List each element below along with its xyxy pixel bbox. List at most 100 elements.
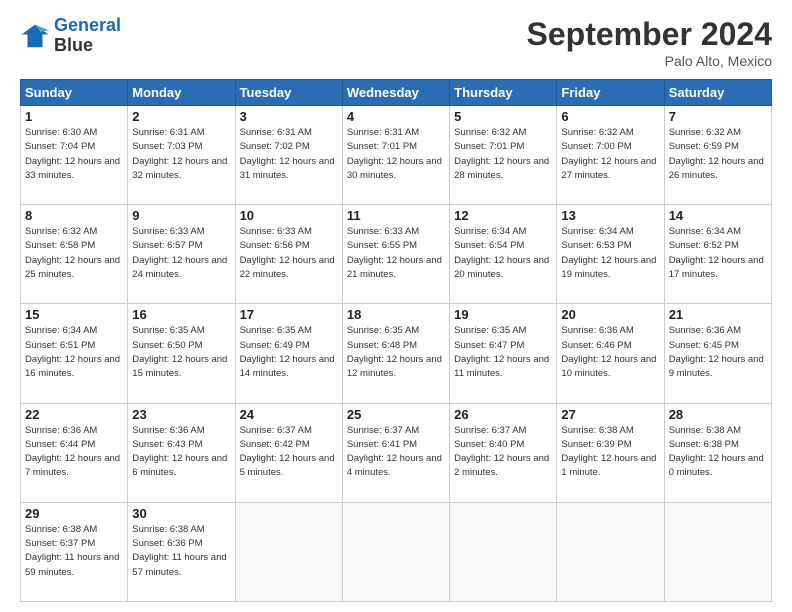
day-info: Sunrise: 6:35 AM Sunset: 6:50 PM Dayligh… <box>132 324 230 381</box>
day-info: Sunrise: 6:31 AM Sunset: 7:03 PM Dayligh… <box>132 126 230 183</box>
calendar-week-row: 1 Sunrise: 6:30 AM Sunset: 7:04 PM Dayli… <box>21 106 772 205</box>
col-friday: Friday <box>557 80 664 106</box>
day-info: Sunrise: 6:32 AM Sunset: 7:00 PM Dayligh… <box>561 126 659 183</box>
table-row: 4 Sunrise: 6:31 AM Sunset: 7:01 PM Dayli… <box>342 106 449 205</box>
table-row: 18 Sunrise: 6:35 AM Sunset: 6:48 PM Dayl… <box>342 304 449 403</box>
table-row: 29 Sunrise: 6:38 AM Sunset: 6:37 PM Dayl… <box>21 502 128 601</box>
table-row: 27 Sunrise: 6:38 AM Sunset: 6:39 PM Dayl… <box>557 403 664 502</box>
day-number: 12 <box>454 208 552 223</box>
table-row <box>342 502 449 601</box>
table-row: 3 Sunrise: 6:31 AM Sunset: 7:02 PM Dayli… <box>235 106 342 205</box>
day-number: 14 <box>669 208 767 223</box>
day-number: 2 <box>132 109 230 124</box>
table-row: 9 Sunrise: 6:33 AM Sunset: 6:57 PM Dayli… <box>128 205 235 304</box>
day-number: 29 <box>25 506 123 521</box>
day-number: 18 <box>347 307 445 322</box>
day-info: Sunrise: 6:35 AM Sunset: 6:47 PM Dayligh… <box>454 324 552 381</box>
table-row <box>235 502 342 601</box>
logo-text: General Blue <box>54 16 121 56</box>
table-row <box>664 502 771 601</box>
table-row: 16 Sunrise: 6:35 AM Sunset: 6:50 PM Dayl… <box>128 304 235 403</box>
day-info: Sunrise: 6:36 AM Sunset: 6:45 PM Dayligh… <box>669 324 767 381</box>
day-number: 9 <box>132 208 230 223</box>
day-number: 25 <box>347 407 445 422</box>
day-info: Sunrise: 6:34 AM Sunset: 6:53 PM Dayligh… <box>561 225 659 282</box>
table-row: 1 Sunrise: 6:30 AM Sunset: 7:04 PM Dayli… <box>21 106 128 205</box>
day-number: 22 <box>25 407 123 422</box>
day-info: Sunrise: 6:35 AM Sunset: 6:49 PM Dayligh… <box>240 324 338 381</box>
day-number: 6 <box>561 109 659 124</box>
calendar-week-row: 8 Sunrise: 6:32 AM Sunset: 6:58 PM Dayli… <box>21 205 772 304</box>
table-row: 26 Sunrise: 6:37 AM Sunset: 6:40 PM Dayl… <box>450 403 557 502</box>
day-info: Sunrise: 6:38 AM Sunset: 6:37 PM Dayligh… <box>25 523 123 580</box>
calendar-week-row: 29 Sunrise: 6:38 AM Sunset: 6:37 PM Dayl… <box>21 502 772 601</box>
day-info: Sunrise: 6:36 AM Sunset: 6:44 PM Dayligh… <box>25 424 123 481</box>
table-row: 14 Sunrise: 6:34 AM Sunset: 6:52 PM Dayl… <box>664 205 771 304</box>
day-info: Sunrise: 6:36 AM Sunset: 6:43 PM Dayligh… <box>132 424 230 481</box>
day-number: 15 <box>25 307 123 322</box>
day-info: Sunrise: 6:35 AM Sunset: 6:48 PM Dayligh… <box>347 324 445 381</box>
day-number: 10 <box>240 208 338 223</box>
table-row: 12 Sunrise: 6:34 AM Sunset: 6:54 PM Dayl… <box>450 205 557 304</box>
day-number: 3 <box>240 109 338 124</box>
table-row: 28 Sunrise: 6:38 AM Sunset: 6:38 PM Dayl… <box>664 403 771 502</box>
page-header: General Blue September 2024 Palo Alto, M… <box>20 16 772 69</box>
day-number: 19 <box>454 307 552 322</box>
table-row: 22 Sunrise: 6:36 AM Sunset: 6:44 PM Dayl… <box>21 403 128 502</box>
location: Palo Alto, Mexico <box>527 53 772 69</box>
table-row: 11 Sunrise: 6:33 AM Sunset: 6:55 PM Dayl… <box>342 205 449 304</box>
table-row: 17 Sunrise: 6:35 AM Sunset: 6:49 PM Dayl… <box>235 304 342 403</box>
table-row: 24 Sunrise: 6:37 AM Sunset: 6:42 PM Dayl… <box>235 403 342 502</box>
day-number: 26 <box>454 407 552 422</box>
day-number: 7 <box>669 109 767 124</box>
day-info: Sunrise: 6:34 AM Sunset: 6:52 PM Dayligh… <box>669 225 767 282</box>
table-row: 20 Sunrise: 6:36 AM Sunset: 6:46 PM Dayl… <box>557 304 664 403</box>
day-info: Sunrise: 6:32 AM Sunset: 6:58 PM Dayligh… <box>25 225 123 282</box>
day-info: Sunrise: 6:31 AM Sunset: 7:01 PM Dayligh… <box>347 126 445 183</box>
day-info: Sunrise: 6:33 AM Sunset: 6:56 PM Dayligh… <box>240 225 338 282</box>
table-row: 6 Sunrise: 6:32 AM Sunset: 7:00 PM Dayli… <box>557 106 664 205</box>
day-number: 23 <box>132 407 230 422</box>
day-info: Sunrise: 6:32 AM Sunset: 6:59 PM Dayligh… <box>669 126 767 183</box>
table-row: 25 Sunrise: 6:37 AM Sunset: 6:41 PM Dayl… <box>342 403 449 502</box>
col-saturday: Saturday <box>664 80 771 106</box>
day-number: 5 <box>454 109 552 124</box>
day-number: 16 <box>132 307 230 322</box>
title-block: September 2024 Palo Alto, Mexico <box>527 16 772 69</box>
table-row: 30 Sunrise: 6:38 AM Sunset: 6:36 PM Dayl… <box>128 502 235 601</box>
day-number: 8 <box>25 208 123 223</box>
day-info: Sunrise: 6:38 AM Sunset: 6:39 PM Dayligh… <box>561 424 659 481</box>
table-row: 5 Sunrise: 6:32 AM Sunset: 7:01 PM Dayli… <box>450 106 557 205</box>
day-number: 1 <box>25 109 123 124</box>
table-row <box>557 502 664 601</box>
day-number: 28 <box>669 407 767 422</box>
day-info: Sunrise: 6:31 AM Sunset: 7:02 PM Dayligh… <box>240 126 338 183</box>
table-row: 8 Sunrise: 6:32 AM Sunset: 6:58 PM Dayli… <box>21 205 128 304</box>
day-info: Sunrise: 6:37 AM Sunset: 6:40 PM Dayligh… <box>454 424 552 481</box>
table-row: 10 Sunrise: 6:33 AM Sunset: 6:56 PM Dayl… <box>235 205 342 304</box>
day-info: Sunrise: 6:38 AM Sunset: 6:36 PM Dayligh… <box>132 523 230 580</box>
calendar-table: Sunday Monday Tuesday Wednesday Thursday… <box>20 79 772 602</box>
day-number: 24 <box>240 407 338 422</box>
day-number: 4 <box>347 109 445 124</box>
table-row: 21 Sunrise: 6:36 AM Sunset: 6:45 PM Dayl… <box>664 304 771 403</box>
col-thursday: Thursday <box>450 80 557 106</box>
calendar-week-row: 15 Sunrise: 6:34 AM Sunset: 6:51 PM Dayl… <box>21 304 772 403</box>
logo-icon <box>20 21 50 51</box>
logo: General Blue <box>20 16 121 56</box>
table-row: 7 Sunrise: 6:32 AM Sunset: 6:59 PM Dayli… <box>664 106 771 205</box>
table-row: 19 Sunrise: 6:35 AM Sunset: 6:47 PM Dayl… <box>450 304 557 403</box>
day-info: Sunrise: 6:30 AM Sunset: 7:04 PM Dayligh… <box>25 126 123 183</box>
table-row: 23 Sunrise: 6:36 AM Sunset: 6:43 PM Dayl… <box>128 403 235 502</box>
day-info: Sunrise: 6:34 AM Sunset: 6:51 PM Dayligh… <box>25 324 123 381</box>
col-tuesday: Tuesday <box>235 80 342 106</box>
day-info: Sunrise: 6:37 AM Sunset: 6:42 PM Dayligh… <box>240 424 338 481</box>
day-number: 21 <box>669 307 767 322</box>
day-number: 17 <box>240 307 338 322</box>
table-row: 13 Sunrise: 6:34 AM Sunset: 6:53 PM Dayl… <box>557 205 664 304</box>
day-number: 11 <box>347 208 445 223</box>
day-info: Sunrise: 6:32 AM Sunset: 7:01 PM Dayligh… <box>454 126 552 183</box>
day-info: Sunrise: 6:33 AM Sunset: 6:57 PM Dayligh… <box>132 225 230 282</box>
calendar-header-row: Sunday Monday Tuesday Wednesday Thursday… <box>21 80 772 106</box>
day-info: Sunrise: 6:33 AM Sunset: 6:55 PM Dayligh… <box>347 225 445 282</box>
